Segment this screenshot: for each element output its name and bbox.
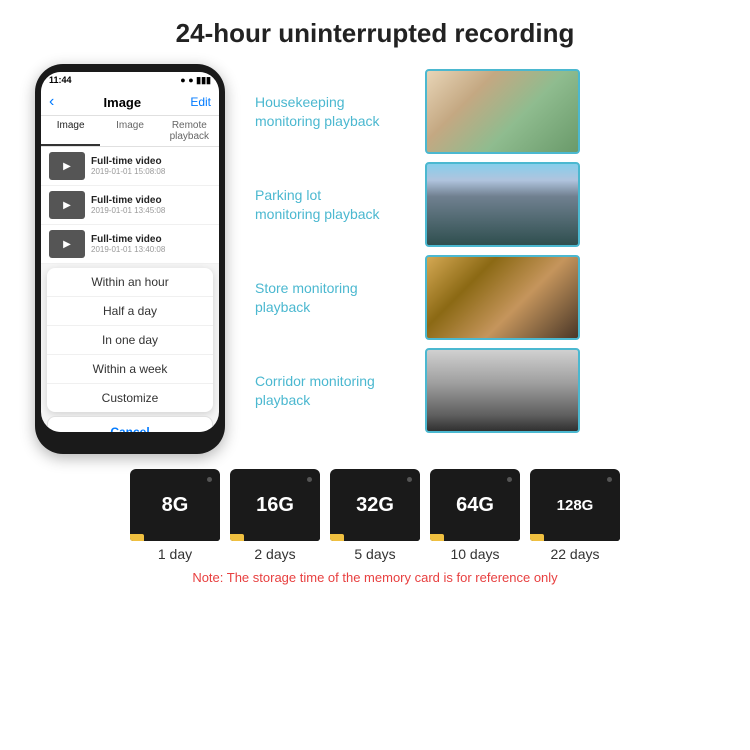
monitor-label-parking: Parking lot monitoring playback xyxy=(255,186,415,222)
phone-mockup: 11:44 ● ● ▮▮▮ ‹ Image Edit Image Image R… xyxy=(35,64,225,454)
sd-card-dot-128g xyxy=(607,477,612,482)
storage-card-8g: 8G 1 day xyxy=(130,469,220,562)
sd-card-label-8g: 8G xyxy=(162,494,189,517)
play-icon-2: ▶ xyxy=(63,200,71,211)
video-title-1: Full-time video xyxy=(91,156,211,167)
monitor-row-3: Store monitoring playback xyxy=(255,255,730,340)
dropdown-item-5[interactable]: Customize xyxy=(47,384,213,412)
dropdown-item-2[interactable]: Half a day xyxy=(47,297,213,326)
monitor-row-4: Corridor monitoring playback xyxy=(255,348,730,433)
sd-card-dot-64g xyxy=(507,477,512,482)
storage-days-128g: 22 days xyxy=(550,546,599,562)
video-date-3: 2019-01-01 13:40:08 xyxy=(91,245,211,254)
nav-edit[interactable]: Edit xyxy=(190,95,211,109)
phone-tab-image[interactable]: Image xyxy=(41,116,100,146)
title-section: 24-hour uninterrupted recording xyxy=(0,0,750,59)
sd-card-label-32g: 32G xyxy=(356,494,394,517)
video-item-2[interactable]: ▶ Full-time video 2019-01-01 13:45:08 xyxy=(41,186,219,225)
monitor-label-corridor: Corridor monitoring playback xyxy=(255,372,415,408)
phone-tabs: Image Image Remote playback xyxy=(41,116,219,147)
video-thumb-2: ▶ xyxy=(49,191,85,219)
phone-dropdown: Within an hour Half a day In one day Wit… xyxy=(47,268,213,412)
video-thumb-1: ▶ xyxy=(49,152,85,180)
video-thumb-3: ▶ xyxy=(49,230,85,258)
monitor-row-1: Housekeeping monitoring playback xyxy=(255,69,730,154)
sd-card-32g: 32G xyxy=(330,469,420,541)
video-title-3: Full-time video xyxy=(91,234,211,245)
phone-video-list: ▶ Full-time video 2019-01-01 15:08:08 ▶ … xyxy=(41,147,219,264)
monitor-img-housekeeping xyxy=(425,69,580,154)
sd-card-dot-16g xyxy=(307,477,312,482)
phone-screen: 11:44 ● ● ▮▮▮ ‹ Image Edit Image Image R… xyxy=(41,72,219,432)
storage-cards: 8G 1 day 16G 2 days 32G 5 days 64G 10 da… xyxy=(130,469,620,562)
dropdown-cancel[interactable]: Cancel xyxy=(47,416,213,432)
video-item-1[interactable]: ▶ Full-time video 2019-01-01 15:08:08 xyxy=(41,147,219,186)
storage-note: Note: The storage time of the memory car… xyxy=(192,570,557,585)
play-icon-3: ▶ xyxy=(63,239,71,250)
storage-days-16g: 2 days xyxy=(254,546,295,562)
sd-card-dot-32g xyxy=(407,477,412,482)
video-info-2: Full-time video 2019-01-01 13:45:08 xyxy=(91,195,211,215)
video-info-1: Full-time video 2019-01-01 15:08:08 xyxy=(91,156,211,176)
video-title-2: Full-time video xyxy=(91,195,211,206)
sd-card-16g: 16G xyxy=(230,469,320,541)
storage-days-8g: 1 day xyxy=(158,546,192,562)
phone-nav-bar: ‹ Image Edit xyxy=(41,89,219,116)
housekeeping-img-content xyxy=(427,71,578,152)
storage-card-32g: 32G 5 days xyxy=(330,469,420,562)
dropdown-item-1[interactable]: Within an hour xyxy=(47,268,213,297)
nav-title: Image xyxy=(54,95,190,110)
corridor-img-content xyxy=(427,350,578,431)
storage-card-128g: 128G 22 days xyxy=(530,469,620,562)
storage-days-64g: 10 days xyxy=(450,546,499,562)
store-img-content xyxy=(427,257,578,338)
sd-card-dot-8g xyxy=(207,477,212,482)
sd-card-label-64g: 64G xyxy=(456,494,494,517)
main-content: 11:44 ● ● ▮▮▮ ‹ Image Edit Image Image R… xyxy=(0,59,750,454)
phone-tab-remote[interactable]: Remote playback xyxy=(160,116,219,146)
monitor-img-corridor xyxy=(425,348,580,433)
monitoring-section: Housekeeping monitoring playback Parking… xyxy=(255,64,730,454)
sd-card-8g: 8G xyxy=(130,469,220,541)
phone-status-bar: 11:44 ● ● ▮▮▮ xyxy=(41,72,219,89)
dropdown-item-3[interactable]: In one day xyxy=(47,326,213,355)
sd-card-label-16g: 16G xyxy=(256,494,294,517)
sd-card-label-128g: 128G xyxy=(557,497,594,514)
phone-signal: ● ● ▮▮▮ xyxy=(180,75,211,86)
video-date-2: 2019-01-01 13:45:08 xyxy=(91,206,211,215)
phone-container: 11:44 ● ● ▮▮▮ ‹ Image Edit Image Image R… xyxy=(20,64,240,454)
video-date-1: 2019-01-01 15:08:08 xyxy=(91,167,211,176)
storage-section: 8G 1 day 16G 2 days 32G 5 days 64G 10 da… xyxy=(0,454,750,590)
monitor-label-housekeeping: Housekeeping monitoring playback xyxy=(255,93,415,129)
monitor-label-store: Store monitoring playback xyxy=(255,279,415,315)
parking-img-content xyxy=(427,164,578,245)
phone-time: 11:44 xyxy=(49,75,72,86)
monitor-img-store xyxy=(425,255,580,340)
play-icon-1: ▶ xyxy=(63,161,71,172)
sd-card-64g: 64G xyxy=(430,469,520,541)
video-info-3: Full-time video 2019-01-01 13:40:08 xyxy=(91,234,211,254)
monitor-img-parking xyxy=(425,162,580,247)
storage-card-16g: 16G 2 days xyxy=(230,469,320,562)
page-title: 24-hour uninterrupted recording xyxy=(10,18,740,49)
monitor-row-2: Parking lot monitoring playback xyxy=(255,162,730,247)
sd-card-128g: 128G xyxy=(530,469,620,541)
storage-card-64g: 64G 10 days xyxy=(430,469,520,562)
video-item-3[interactable]: ▶ Full-time video 2019-01-01 13:40:08 xyxy=(41,225,219,264)
storage-days-32g: 5 days xyxy=(354,546,395,562)
dropdown-item-4[interactable]: Within a week xyxy=(47,355,213,384)
phone-tab-image2[interactable]: Image xyxy=(100,116,159,146)
